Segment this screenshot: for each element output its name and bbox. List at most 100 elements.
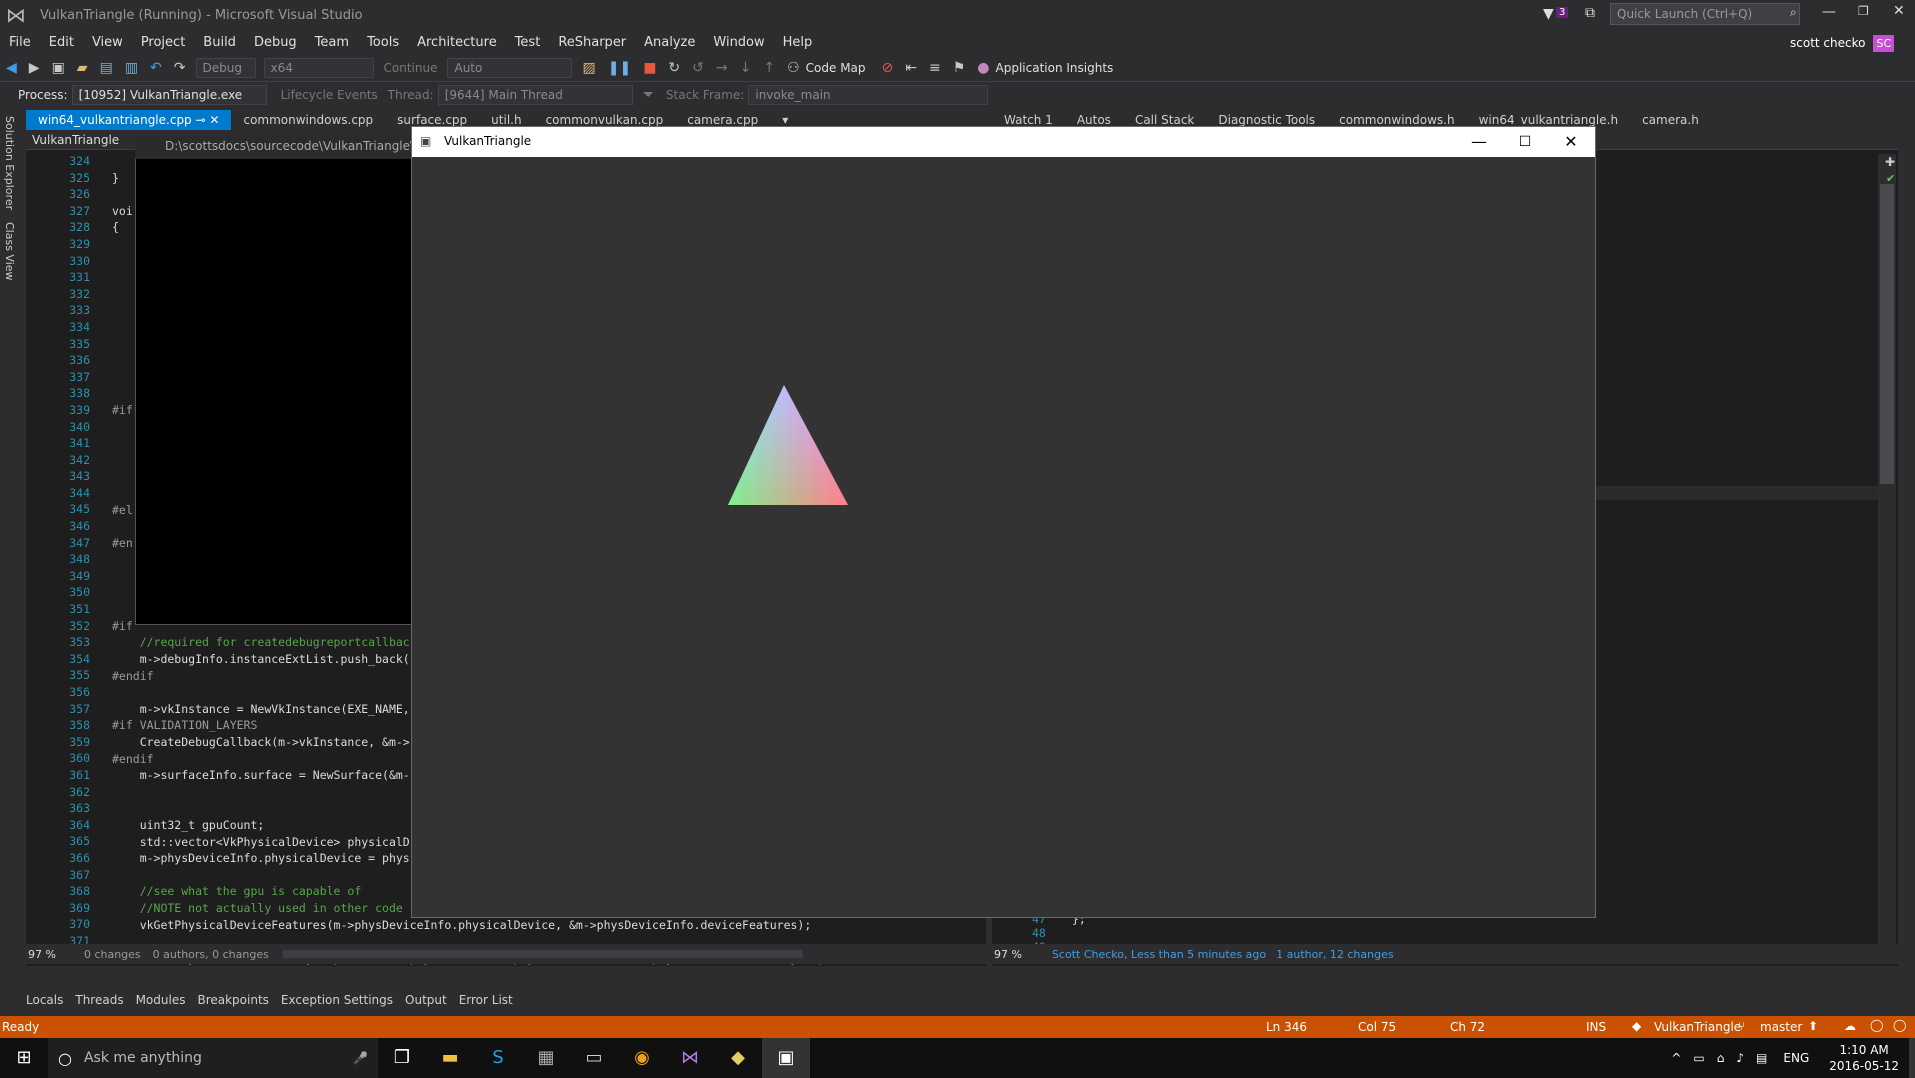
language-indicator[interactable]: ENG bbox=[1783, 1051, 1809, 1065]
skype-icon[interactable]: S bbox=[474, 1038, 522, 1078]
notification-count-badge[interactable]: 3 bbox=[1556, 7, 1569, 18]
menu-item[interactable]: View bbox=[83, 32, 132, 54]
split-icon[interactable]: ✚ bbox=[1885, 155, 1895, 169]
maximize-icon[interactable]: ☐ bbox=[1502, 127, 1548, 157]
lifecycle-events-button[interactable]: Lifecycle Events bbox=[281, 88, 378, 102]
step-into-icon[interactable]: ↓ bbox=[734, 54, 758, 82]
feedback-icon[interactable]: ◯ bbox=[1893, 1018, 1906, 1032]
tab-exception-settings[interactable]: Exception Settings bbox=[275, 990, 399, 1010]
process-select[interactable]: [10952] VulkanTriangle.exe bbox=[71, 85, 267, 105]
code-line[interactable]: } bbox=[112, 171, 119, 185]
authors-link[interactable]: 1 author, 12 changes bbox=[1276, 948, 1393, 961]
show-desktop-button[interactable] bbox=[1909, 1038, 1915, 1078]
filter-icon[interactable]: ⏷ bbox=[637, 81, 660, 109]
code-line[interactable]: #en bbox=[112, 536, 133, 550]
git-icon[interactable]: ◆ bbox=[714, 1038, 762, 1078]
code-line[interactable]: vkGetPhysicalDeviceFeatures(m->physDevic… bbox=[112, 918, 812, 932]
zoom-select[interactable]: 97 % bbox=[26, 948, 56, 961]
close-icon[interactable]: ✕ bbox=[209, 113, 219, 127]
restore-icon[interactable]: ❐ bbox=[1858, 4, 1869, 18]
solution-explorer-tab[interactable]: Solution Explorer bbox=[0, 110, 19, 216]
configuration-select[interactable]: Debug bbox=[195, 57, 256, 78]
volume-icon[interactable]: ♪ bbox=[1736, 1051, 1744, 1065]
menu-item[interactable]: Test bbox=[506, 32, 550, 54]
continue-button[interactable]: Continue bbox=[378, 54, 444, 82]
menu-item[interactable]: Tools bbox=[358, 32, 408, 54]
close-icon[interactable]: ✕ bbox=[1893, 3, 1905, 19]
undo-icon[interactable]: ↶ bbox=[144, 54, 168, 82]
code-line[interactable]: #endif bbox=[112, 752, 154, 766]
tab-commonwindows-cpp[interactable]: commonwindows.cpp bbox=[231, 110, 385, 130]
breakpoints-icon[interactable]: ⊘ bbox=[876, 54, 900, 82]
forward-icon[interactable]: ▶ bbox=[23, 54, 46, 82]
avatar[interactable]: SC bbox=[1873, 34, 1895, 52]
code-line[interactable]: #if VALIDATION_LAYERS bbox=[112, 718, 257, 732]
user-name[interactable]: scott checko bbox=[1790, 36, 1865, 50]
minimize-icon[interactable]: — bbox=[1456, 127, 1502, 157]
chrome-icon[interactable]: ◉ bbox=[618, 1038, 666, 1078]
menu-item[interactable]: Architecture bbox=[408, 32, 506, 54]
code-line[interactable]: #endif bbox=[112, 669, 154, 683]
branch-icon[interactable]: ⑂ bbox=[1738, 1019, 1745, 1033]
menu-item[interactable]: Debug bbox=[245, 32, 306, 54]
search-icon[interactable]: ⌕ bbox=[1790, 5, 1797, 20]
menu-item[interactable]: Project bbox=[132, 32, 194, 54]
cortana-search-box[interactable]: ○ Ask me anything 🎤 bbox=[48, 1038, 378, 1078]
code-line[interactable]: uint32_t gpuCount; bbox=[112, 818, 265, 832]
console-window[interactable] bbox=[135, 135, 415, 625]
command-prompt-icon[interactable]: ▭ bbox=[570, 1038, 618, 1078]
project-name[interactable]: VulkanTriangle bbox=[1654, 1020, 1741, 1034]
branch-name[interactable]: master bbox=[1760, 1020, 1802, 1034]
code-line[interactable]: std::vector<VkPhysicalDevice> physicalD bbox=[112, 835, 410, 849]
zoom-select[interactable]: 97 % bbox=[992, 948, 1022, 961]
redo-icon[interactable]: ↷ bbox=[168, 54, 192, 82]
clock[interactable]: 1:10 AM 2016-05-12 bbox=[1829, 1042, 1899, 1074]
filter-icon[interactable]: ▼ bbox=[1543, 6, 1554, 22]
platform-select[interactable]: x64 bbox=[263, 57, 374, 78]
code-map-icon[interactable]: ⚇ bbox=[781, 54, 806, 82]
bookmark-icon[interactable]: ⚑ bbox=[947, 54, 972, 82]
code-line[interactable]: m->physDeviceInfo.physicalDevice = phys bbox=[112, 851, 410, 865]
show-next-statement-icon[interactable]: ↺ bbox=[686, 54, 710, 82]
code-map-button[interactable]: Code Map bbox=[806, 61, 866, 75]
tab-modules[interactable]: Modules bbox=[130, 990, 192, 1010]
cloud-icon[interactable]: ☁ bbox=[1844, 1019, 1856, 1033]
task-view-icon[interactable]: ❐ bbox=[378, 1038, 426, 1078]
save-icon[interactable]: ▤ bbox=[94, 54, 119, 82]
menu-item[interactable]: Window bbox=[704, 32, 773, 54]
vulkan-triangle-window[interactable]: ▣ VulkanTriangle — ☐ ✕ bbox=[411, 126, 1596, 918]
menu-item[interactable]: Analyze bbox=[635, 32, 704, 54]
code-line[interactable]: voi bbox=[112, 204, 133, 218]
code-line[interactable]: m->surfaceInfo.surface = NewSurface(&m- bbox=[112, 768, 410, 782]
windows-start-icon[interactable]: ⊞ bbox=[0, 1038, 48, 1078]
code-line[interactable]: CreateDebugCallback(m->vkInstance, &m-> bbox=[112, 735, 410, 749]
code-line[interactable]: { bbox=[112, 220, 119, 234]
tab-breakpoints[interactable]: Breakpoints bbox=[191, 990, 274, 1010]
visual-studio-icon[interactable]: ⋈ bbox=[666, 1038, 714, 1078]
stop-icon[interactable]: ■ bbox=[637, 54, 662, 82]
app-insights-icon[interactable]: ● bbox=[971, 54, 995, 82]
horizontal-scrollbar[interactable] bbox=[282, 950, 803, 958]
authors-indicator[interactable]: 0 authors, 0 changes bbox=[153, 948, 269, 961]
step-out-icon[interactable]: ↑ bbox=[757, 54, 781, 82]
tab-locals[interactable]: Locals bbox=[20, 990, 69, 1010]
battery-icon[interactable]: ▭ bbox=[1693, 1051, 1704, 1065]
publish-icon[interactable]: ⬆ bbox=[1808, 1019, 1818, 1033]
auto-select[interactable]: Auto bbox=[447, 57, 573, 78]
microphone-icon[interactable]: 🎤 bbox=[353, 1051, 368, 1065]
code-line[interactable]: m->debugInfo.instanceExtList.push_back( bbox=[112, 652, 410, 666]
vulkan-app-icon[interactable]: ▣ bbox=[762, 1038, 810, 1078]
indent-icon[interactable]: ≡ bbox=[923, 54, 947, 82]
file-explorer-icon[interactable]: ▬ bbox=[426, 1038, 474, 1078]
open-folder-icon[interactable]: ▰ bbox=[71, 54, 94, 82]
user-area[interactable]: scott checko SC bbox=[1790, 32, 1895, 54]
thread-select[interactable]: [9644] Main Thread bbox=[437, 85, 633, 105]
quick-launch-input[interactable]: Quick Launch (Ctrl+Q) bbox=[1610, 3, 1800, 25]
tab-camera-h[interactable]: camera.h bbox=[1630, 110, 1711, 130]
network-icon[interactable]: ⌂ bbox=[1717, 1051, 1725, 1065]
close-icon[interactable]: ✕ bbox=[1548, 127, 1594, 157]
repo-icon[interactable]: ◆ bbox=[1632, 1019, 1641, 1033]
code-line[interactable]: //required for createdebugreportcallback bbox=[112, 635, 417, 649]
menu-item[interactable]: Build bbox=[194, 32, 245, 54]
code-line[interactable]: #if bbox=[112, 403, 133, 417]
